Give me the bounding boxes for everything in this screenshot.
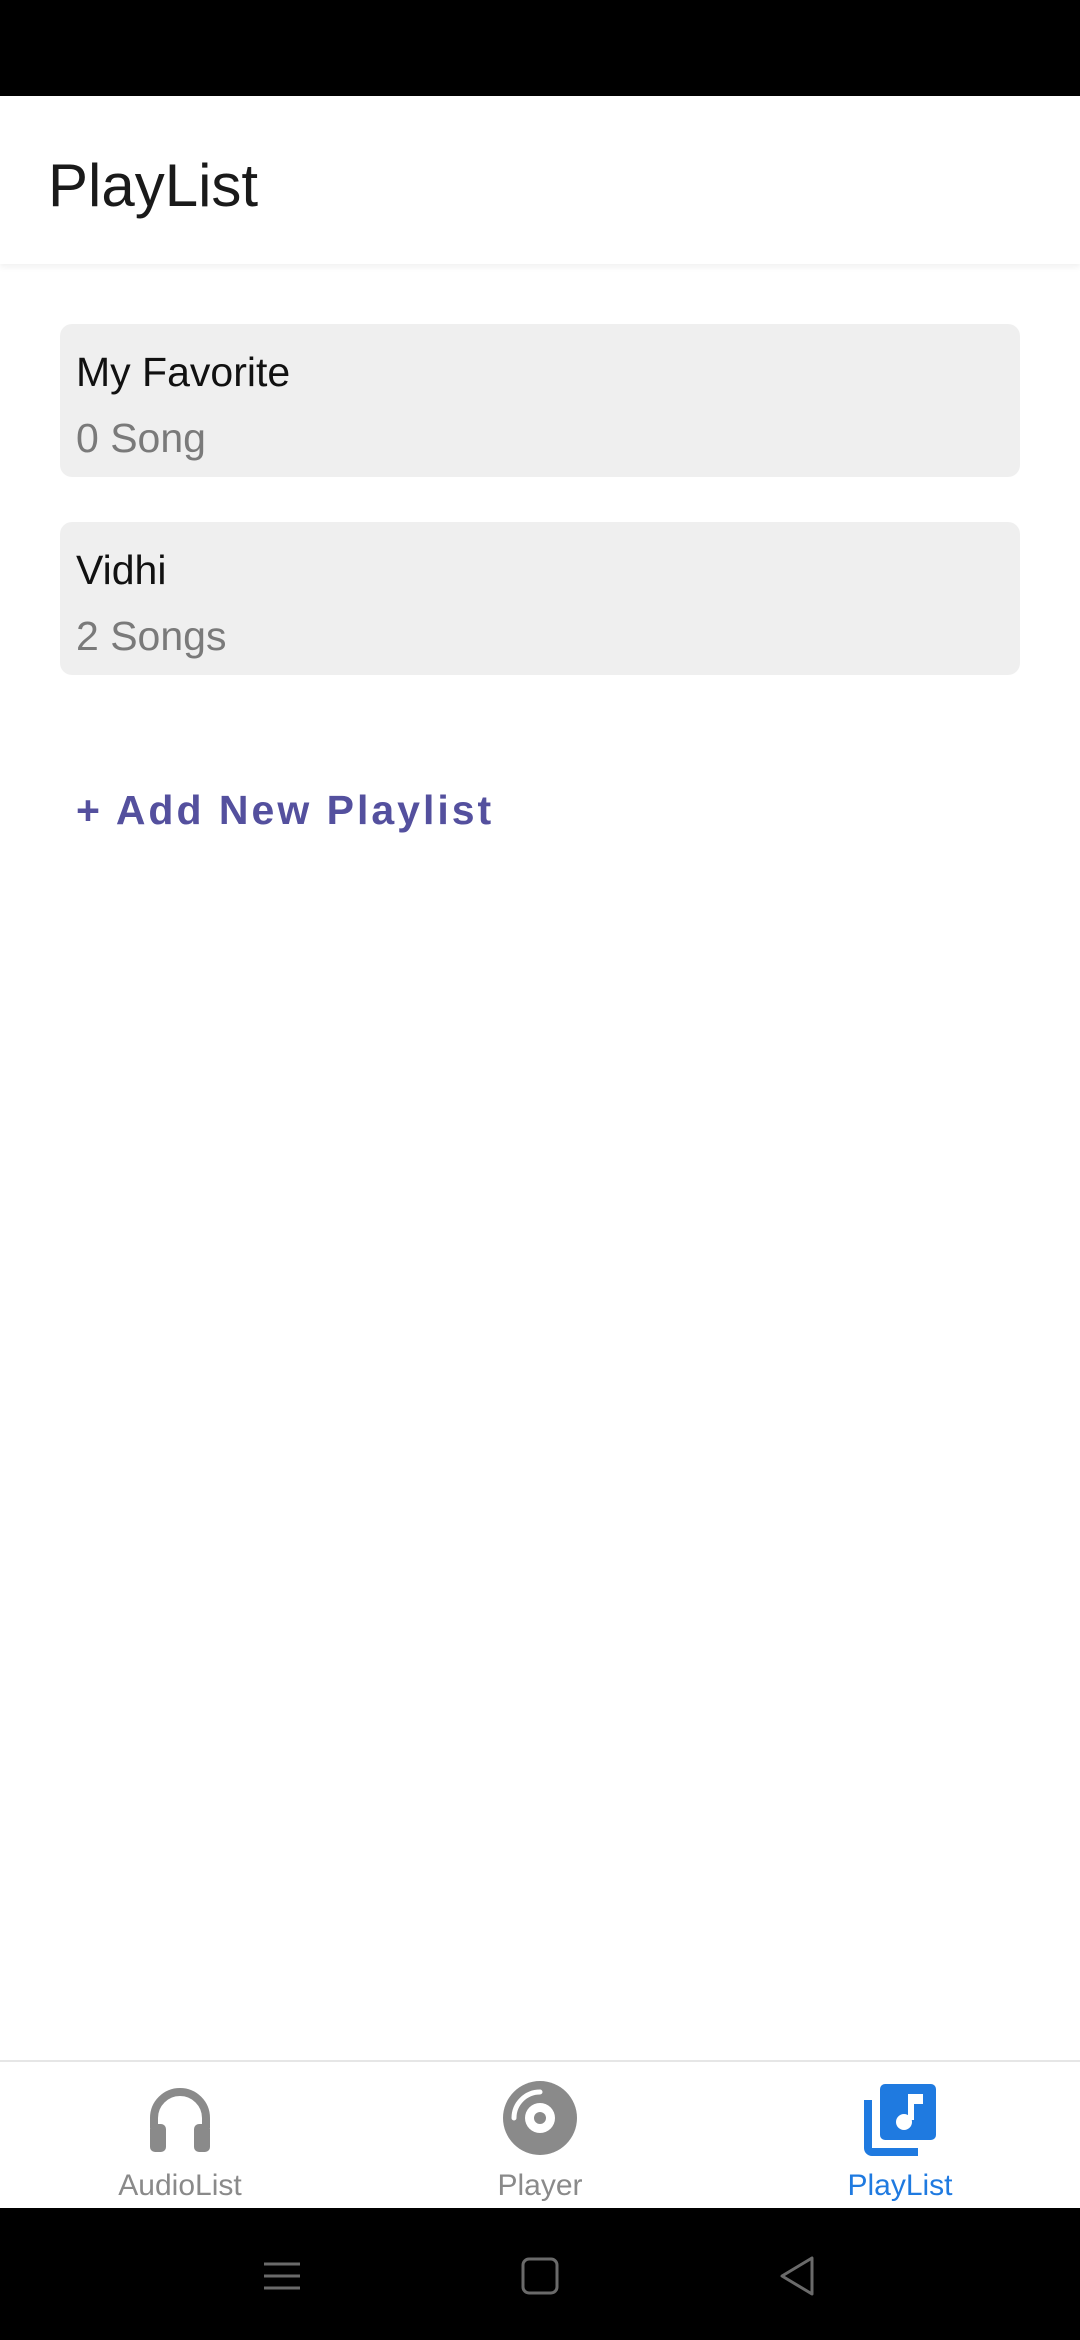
home-icon[interactable] <box>510 2246 570 2306</box>
back-icon[interactable] <box>768 2246 828 2306</box>
music-library-icon <box>864 2084 936 2156</box>
playlist-item[interactable]: My Favorite 0 Song <box>60 324 1020 477</box>
menu-icon[interactable] <box>252 2246 312 2306</box>
playlist-song-count: 2 Songs <box>76 613 227 659</box>
status-bar <box>0 0 1080 96</box>
playlist-item[interactable]: Vidhi 2 Songs <box>60 522 1020 675</box>
add-new-playlist-button[interactable]: + Add New Playlist <box>76 782 494 838</box>
playlist-song-count: 0 Song <box>76 415 206 461</box>
tab-audiolist[interactable]: AudioList <box>0 2062 360 2208</box>
tab-playlist[interactable]: PlayList <box>720 2062 1080 2208</box>
page-title: PlayList <box>48 152 259 219</box>
tab-player[interactable]: Player <box>360 2062 720 2208</box>
playlist-name: Vidhi <box>76 547 167 593</box>
disc-icon <box>503 2081 577 2155</box>
app-header: PlayList <box>0 96 1080 264</box>
system-navigation-bar <box>0 2208 1080 2340</box>
playlist-list: My Favorite 0 Song Vidhi 2 Songs <box>60 324 1020 720</box>
playlist-name: My Favorite <box>76 349 291 395</box>
headphones-icon <box>150 2088 210 2152</box>
bottom-navigation: AudioList Player PlayList <box>0 2060 1080 2208</box>
tab-label: PlayList <box>847 2169 953 2202</box>
tab-label: Player <box>497 2169 583 2202</box>
tab-label: AudioList <box>118 2169 242 2202</box>
